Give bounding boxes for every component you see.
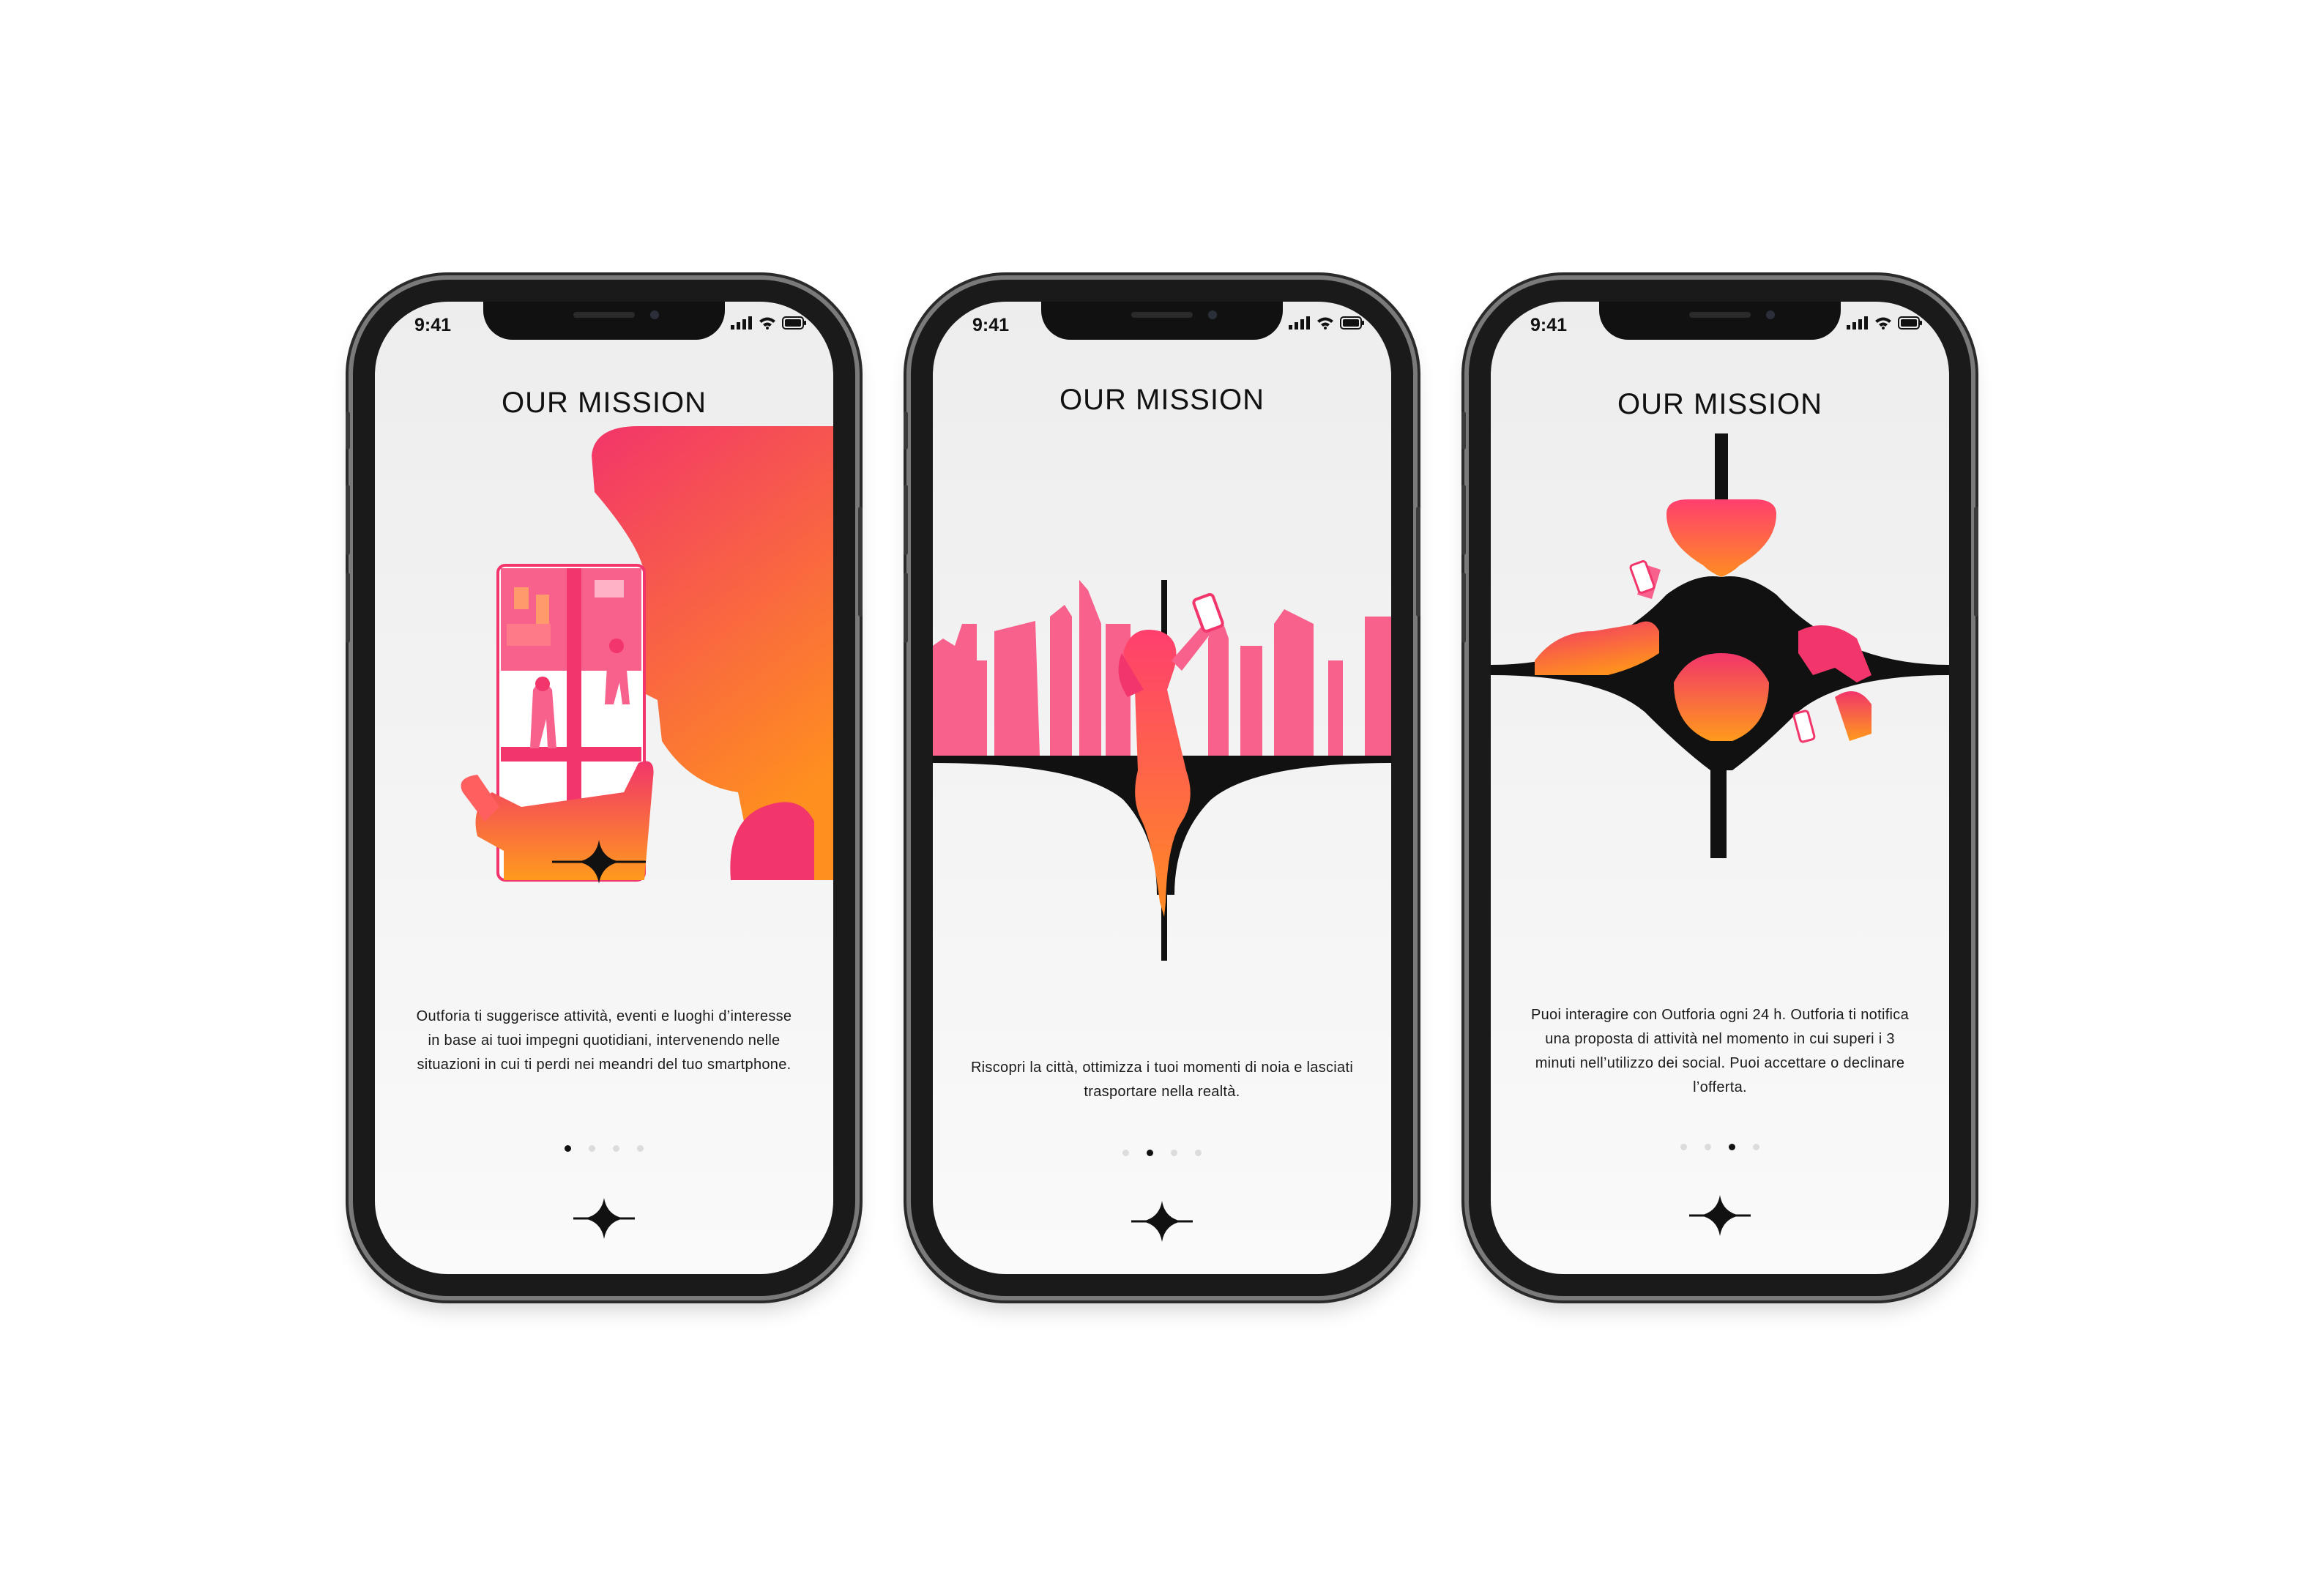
page-indicator[interactable] (933, 1150, 1391, 1156)
screen-title: OUR MISSION (1059, 384, 1265, 416)
battery-icon (1340, 316, 1364, 330)
page-dot-3[interactable] (613, 1145, 619, 1152)
mute-switch (346, 412, 350, 450)
illustration-city-skyline (933, 580, 1391, 961)
volume-up-button (346, 485, 350, 555)
page-dot-4[interactable] (1195, 1150, 1202, 1156)
page-dot-1[interactable] (1680, 1144, 1687, 1150)
signal-icon (1289, 316, 1310, 330)
four-point-star-icon[interactable] (1131, 1199, 1193, 1243)
status-time: 9:41 (1530, 315, 1568, 335)
notch (1599, 302, 1841, 340)
onboarding-description: Puoi interagire con Outforia ogni 24 h. … (1530, 1007, 1910, 1095)
status-icons (1289, 316, 1365, 330)
onboarding-description: Outforia ti suggerisce attività, eventi … (416, 1008, 792, 1073)
page-dot-1[interactable] (565, 1145, 571, 1152)
status-icons (1847, 316, 1923, 330)
status-time: 9:41 (414, 315, 452, 335)
status-icons (731, 316, 807, 330)
page-dot-2[interactable] (1147, 1150, 1153, 1156)
illustration-hourglass (1491, 433, 1949, 858)
onboarding-screen-1: 9:41 OUR MISSION Outforia ti suggerisce … (375, 302, 833, 1274)
status-time: 9:41 (972, 315, 1010, 335)
four-point-star-icon[interactable] (573, 1196, 635, 1240)
page-dot-3[interactable] (1171, 1150, 1177, 1156)
onboarding-screen-3: 9:41 OUR MISSION Puoi interagire con Out… (1491, 302, 1949, 1274)
signal-icon (731, 316, 752, 330)
power-button (858, 507, 863, 617)
page-indicator[interactable] (375, 1145, 833, 1152)
phone-mockup-3: 9:41 OUR MISSION Puoi interagire con Out… (1461, 280, 1978, 1296)
wifi-icon (1875, 317, 1891, 330)
hourglass-top-bulb (1666, 499, 1776, 577)
screen-title: OUR MISSION (1617, 388, 1822, 420)
page-dot-1[interactable] (1122, 1150, 1129, 1156)
notch (483, 302, 725, 340)
battery-icon (782, 316, 806, 330)
page-dot-2[interactable] (589, 1145, 595, 1152)
page-dot-4[interactable] (1753, 1144, 1759, 1150)
page-indicator[interactable] (1491, 1144, 1949, 1150)
phone-mockup-1: 9:41 OUR MISSION Outforia ti suggerisce … (346, 280, 863, 1296)
illustration-phone-in-hand (461, 426, 833, 884)
page-dot-4[interactable] (637, 1145, 644, 1152)
page-dot-3[interactable] (1729, 1144, 1735, 1150)
wifi-icon (759, 317, 775, 330)
four-point-star-icon[interactable] (1689, 1194, 1751, 1237)
onboarding-description: Riscopri la città, ottimizza i tuoi mome… (970, 1060, 1354, 1100)
phone-mockup-2: 9:41 OUR MISSION Riscopri la città, otti… (904, 280, 1420, 1296)
volume-down-button (346, 573, 350, 643)
onboarding-screen-2: 9:41 OUR MISSION Riscopri la città, otti… (933, 302, 1391, 1274)
mockup-stage: 9:41 OUR MISSION Outforia ti suggerisce … (0, 0, 2324, 1586)
notch (1041, 302, 1283, 340)
battery-icon (1898, 316, 1922, 330)
signal-icon (1847, 316, 1868, 330)
page-dot-2[interactable] (1705, 1144, 1711, 1150)
wifi-icon (1317, 317, 1333, 330)
